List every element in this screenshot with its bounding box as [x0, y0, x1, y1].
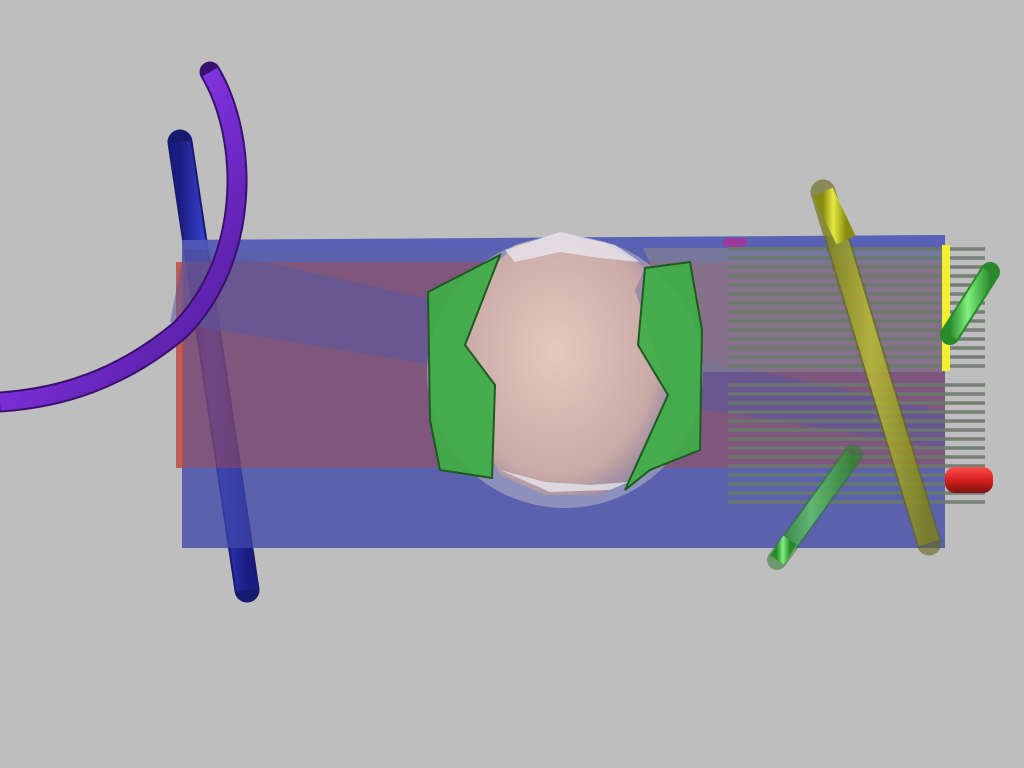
magenta-cap — [723, 238, 747, 247]
red-stub — [945, 467, 993, 493]
scene-3d-view[interactable] — [0, 0, 1024, 768]
lens-assembly — [426, 232, 704, 508]
yellow-strip — [942, 245, 950, 371]
lens-sphere — [465, 235, 668, 495]
